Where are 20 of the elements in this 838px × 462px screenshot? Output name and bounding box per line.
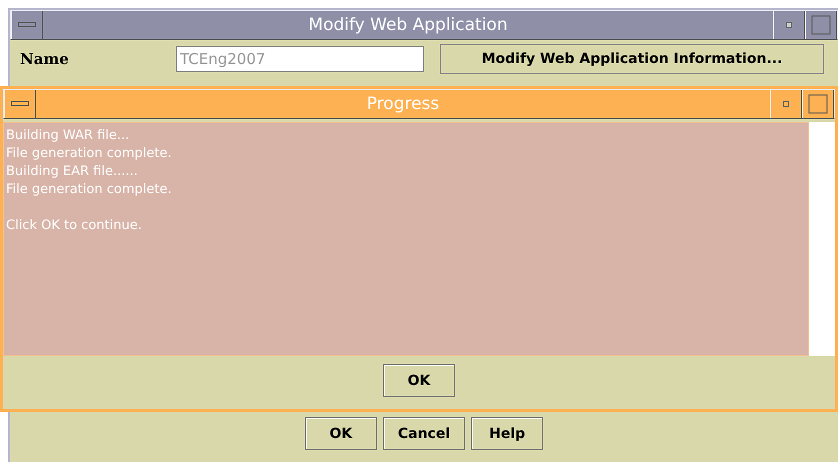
dialog-button[interactable]: OK (304, 417, 377, 450)
window-menu-icon[interactable] (18, 22, 36, 28)
log-line: File generation complete. (6, 181, 173, 199)
scroll-track[interactable] (809, 122, 835, 356)
window-title: Modify Web Application (307, 14, 509, 37)
log-line: Click OK to continue. (6, 217, 143, 235)
ok-button[interactable]: OK (383, 364, 455, 397)
maximize-icon[interactable] (808, 94, 828, 114)
field-label: Name (20, 50, 70, 68)
window-menu-icon[interactable] (11, 101, 29, 107)
log-line: File generation complete. (6, 145, 173, 163)
dialog-button[interactable]: Help (471, 417, 544, 450)
dialog-button[interactable]: Cancel (382, 417, 466, 450)
minimize-icon[interactable] (786, 22, 792, 28)
log-line: Building WAR file... (6, 127, 130, 145)
dialog-title: Progress (366, 93, 440, 116)
log-line: Building EAR file...... (6, 163, 139, 181)
modify-info-button[interactable]: Modify Web Application Information... (440, 44, 824, 74)
maximize-icon[interactable] (811, 15, 831, 35)
minimize-icon[interactable] (783, 101, 789, 107)
